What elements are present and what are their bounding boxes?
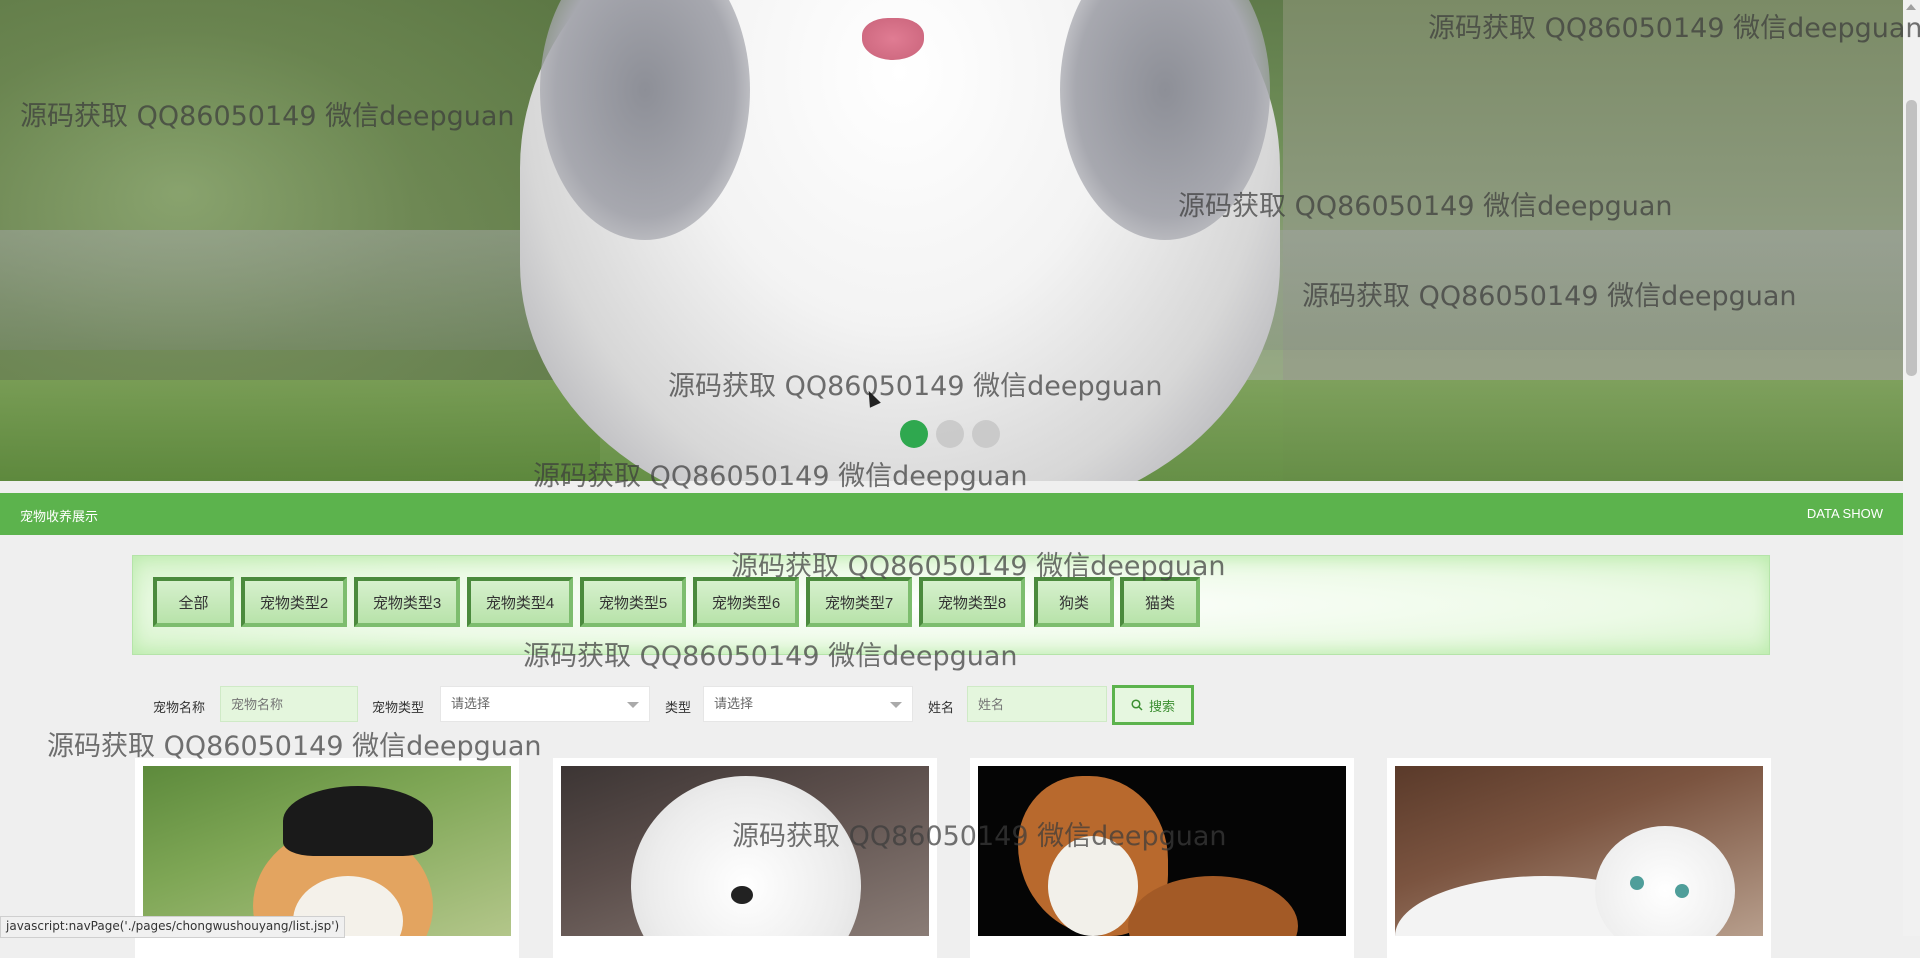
pet-card-4[interactable]: [1387, 758, 1771, 958]
type-label: 类型: [665, 700, 692, 715]
pet-photo-cat: [1395, 766, 1763, 936]
carousel-dot-1[interactable]: [900, 420, 928, 448]
search-icon: [1131, 699, 1143, 711]
category-button-type2[interactable]: 宠物类型2: [241, 577, 347, 627]
category-button-type7[interactable]: 宠物类型7: [806, 577, 912, 627]
pet-name-input[interactable]: [220, 686, 358, 722]
pet-type-select-value: 请选择: [451, 696, 491, 711]
category-button-type3[interactable]: 宠物类型3: [354, 577, 460, 627]
section-title: 宠物收养展示: [20, 509, 99, 524]
owner-name-input[interactable]: [967, 686, 1107, 722]
category-button-type8[interactable]: 宠物类型8: [919, 577, 1025, 627]
page-scrollbar[interactable]: [1903, 0, 1920, 936]
scroll-up-arrow-icon[interactable]: [1906, 4, 1916, 10]
pet-card-3[interactable]: [970, 758, 1354, 958]
section-right-label: DATA SHOW: [1806, 506, 1883, 521]
type-select[interactable]: 请选择: [703, 686, 913, 722]
category-button-all[interactable]: 全部: [153, 577, 234, 627]
scrollbar-thumb[interactable]: [1906, 100, 1917, 376]
carousel-dot-2[interactable]: [936, 420, 964, 448]
category-button-type4[interactable]: 宠物类型4: [467, 577, 573, 627]
carousel-dot-3[interactable]: [972, 420, 1000, 448]
section-header: 宠物收养展示 DATA SHOW: [0, 493, 1903, 535]
pet-type-select[interactable]: 请选择: [440, 686, 650, 722]
pet-photo-corgi: [143, 766, 511, 936]
owner-name-label: 姓名: [928, 700, 955, 715]
category-button-type5[interactable]: 宠物类型5: [580, 577, 686, 627]
hero-carousel[interactable]: [0, 0, 1903, 481]
category-button-cats[interactable]: 猫类: [1120, 577, 1200, 627]
type-select-value: 请选择: [714, 696, 754, 711]
cat-nose: [862, 18, 924, 60]
category-button-dogs[interactable]: 狗类: [1034, 577, 1114, 627]
browser-status-bar: javascript:navPage('./pages/chongwushouy…: [0, 916, 346, 938]
pet-name-label: 宠物名称: [153, 700, 206, 715]
search-button[interactable]: 搜索: [1112, 685, 1194, 725]
category-button-type6[interactable]: 宠物类型6: [693, 577, 799, 627]
chevron-down-icon: [627, 702, 639, 708]
pet-type-label: 宠物类型: [372, 700, 425, 715]
pet-photo-puppy: [978, 766, 1346, 936]
search-button-label: 搜索: [1148, 698, 1175, 714]
chevron-down-icon: [890, 702, 902, 708]
carousel-indicators: [900, 420, 1000, 448]
pet-card-2[interactable]: [553, 758, 937, 958]
pet-photo-bichon: [561, 766, 929, 936]
